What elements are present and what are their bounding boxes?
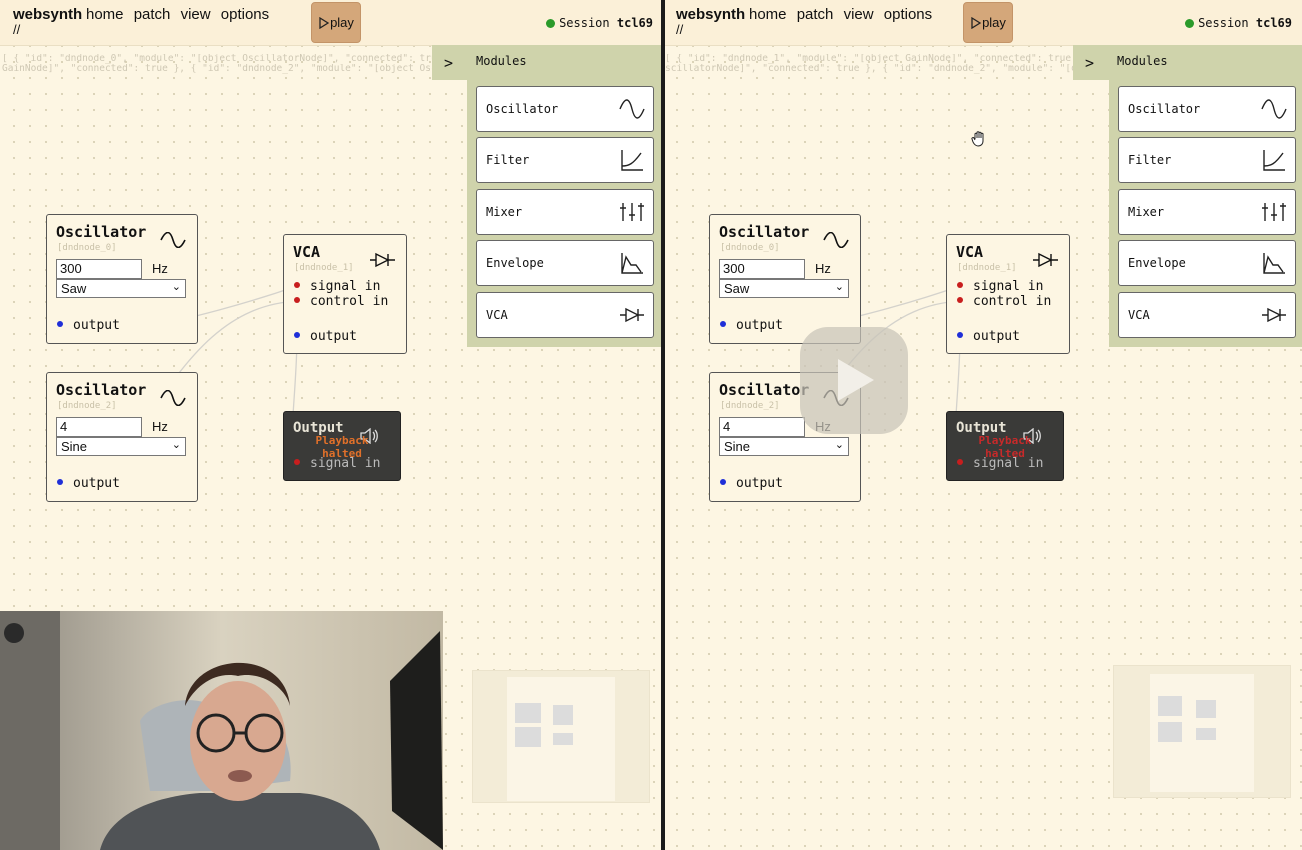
- output-port[interactable]: output: [57, 318, 120, 333]
- modules-title: Modules: [476, 54, 527, 68]
- envelope-adsr-icon: [1263, 253, 1285, 274]
- filter-curve-icon: [1263, 150, 1285, 171]
- waveform-select[interactable]: Sine ⌄: [719, 437, 849, 456]
- envelope-adsr-icon: [621, 253, 643, 274]
- webcam-video-overlay: [0, 611, 443, 850]
- filter-curve-icon: [621, 150, 643, 171]
- output-port[interactable]: output: [957, 329, 1020, 344]
- module-filter[interactable]: Filter: [476, 137, 654, 183]
- control-in-port[interactable]: control in: [957, 294, 1051, 309]
- module-vca[interactable]: VCA: [476, 292, 654, 338]
- module-mixer[interactable]: Mixer: [1118, 189, 1296, 235]
- large-play-icon: [838, 359, 874, 401]
- vca-triangle-icon: [1262, 307, 1286, 323]
- video-play-overlay-button[interactable]: [800, 327, 908, 434]
- chevron-down-icon: ⌄: [834, 281, 844, 293]
- vca-triangle-icon: [370, 252, 395, 268]
- vca-node[interactable]: VCA [dndnode_1] signal in control in out…: [283, 234, 407, 354]
- modules-header: > Modules: [1073, 45, 1302, 80]
- pane-divider: [661, 0, 665, 850]
- playback-halted-message: Playback halted: [978, 434, 1032, 460]
- module-envelope[interactable]: Envelope: [476, 240, 654, 286]
- sine-wave-icon: [1261, 99, 1287, 119]
- frequency-input[interactable]: 300: [56, 259, 142, 279]
- frequency-input[interactable]: 4: [719, 417, 805, 437]
- sine-wave-icon: [619, 99, 645, 119]
- vca-triangle-icon: [1033, 252, 1058, 268]
- minimap[interactable]: [1113, 665, 1291, 798]
- vca-node[interactable]: VCA [dndnode_1] signal in control in out…: [946, 234, 1070, 354]
- chevron-down-icon: ⌄: [171, 439, 181, 451]
- modules-panel: Oscillator Filter Mixer Envelope VCA: [467, 80, 663, 347]
- module-oscillator[interactable]: Oscillator: [476, 86, 654, 132]
- output-port[interactable]: output: [294, 329, 357, 344]
- waveform-select[interactable]: Saw ⌄: [719, 279, 849, 298]
- modules-title: Modules: [1117, 54, 1168, 68]
- mixer-sliders-icon: [1262, 203, 1286, 221]
- chevron-down-icon: ⌄: [834, 439, 844, 451]
- module-mixer[interactable]: Mixer: [476, 189, 654, 235]
- frequency-input[interactable]: 300: [719, 259, 805, 279]
- vca-triangle-icon: [620, 307, 644, 323]
- output-port[interactable]: output: [57, 476, 120, 491]
- presenter-video-frame: [0, 611, 443, 850]
- waveform-select[interactable]: Sine ⌄: [56, 437, 186, 456]
- modules-panel: Oscillator Filter Mixer Envelope VCA: [1109, 80, 1302, 347]
- signal-in-port[interactable]: signal in: [294, 279, 380, 294]
- chevron-down-icon: ⌄: [171, 281, 181, 293]
- hand-cursor-icon: [971, 131, 984, 147]
- output-port[interactable]: output: [720, 318, 783, 333]
- output-port[interactable]: output: [720, 476, 783, 491]
- sine-wave-icon: [823, 232, 849, 248]
- minimap[interactable]: [472, 670, 650, 803]
- playback-halted-message: Playback halted: [315, 434, 369, 460]
- output-node[interactable]: Output signal in Playback halted: [946, 411, 1064, 481]
- sine-wave-icon: [160, 390, 186, 406]
- sine-wave-icon: [160, 232, 186, 248]
- module-envelope[interactable]: Envelope: [1118, 240, 1296, 286]
- oscillator-node-0[interactable]: Oscillator [dndnode_0] 300 Hz Saw ⌄ outpu…: [46, 214, 198, 344]
- frequency-input[interactable]: 4: [56, 417, 142, 437]
- module-oscillator[interactable]: Oscillator: [1118, 86, 1296, 132]
- mixer-sliders-icon: [620, 203, 644, 221]
- waveform-select[interactable]: Saw ⌄: [56, 279, 186, 298]
- module-vca[interactable]: VCA: [1118, 292, 1296, 338]
- output-node[interactable]: Output signal in Playback halted: [283, 411, 401, 481]
- left-editor-pane: websynth home patch view options // play…: [0, 0, 663, 850]
- control-in-port[interactable]: control in: [294, 294, 388, 309]
- modules-toggle-button[interactable]: >: [444, 54, 453, 72]
- module-filter[interactable]: Filter: [1118, 137, 1296, 183]
- oscillator-node-0[interactable]: Oscillator [dndnode_0] 300 Hz Saw ⌄ outpu…: [709, 214, 861, 344]
- modules-toggle-button[interactable]: >: [1085, 54, 1094, 72]
- oscillator-node-2[interactable]: Oscillator [dndnode_2] 4 Hz Sine⌄ output: [46, 372, 198, 502]
- modules-header: > Modules: [432, 45, 663, 80]
- right-editor-pane: websynth home patch view options // play…: [663, 0, 1302, 850]
- signal-in-port[interactable]: signal in: [957, 279, 1043, 294]
